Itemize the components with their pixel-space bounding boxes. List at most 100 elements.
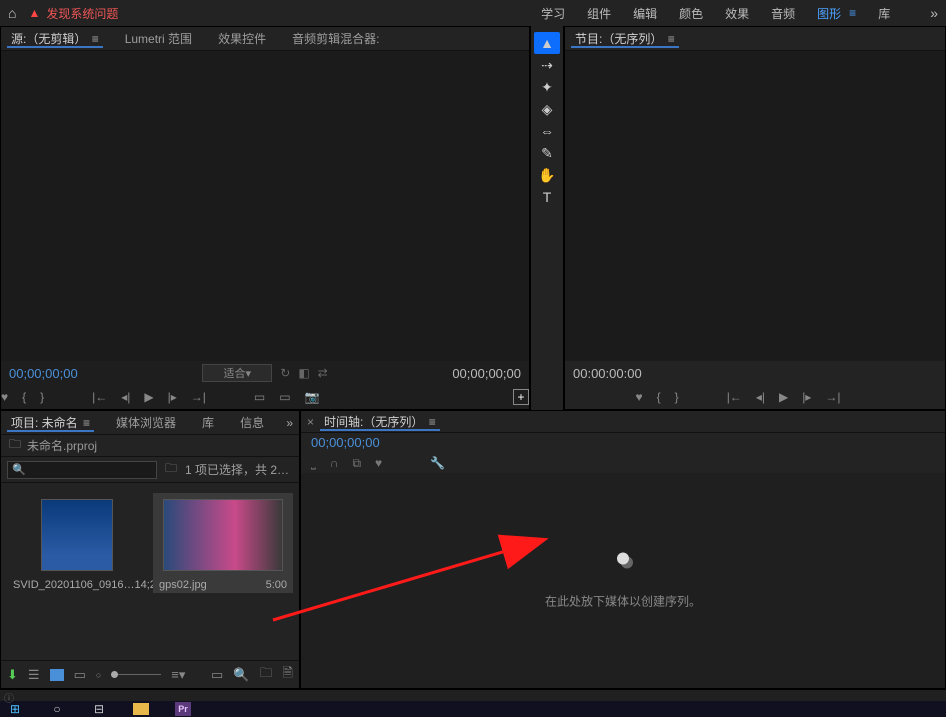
search-bin-icon[interactable]: 🗀 xyxy=(165,459,177,480)
list-view-icon[interactable]: ☰ xyxy=(28,667,40,683)
premiere-taskbar-icon[interactable]: Pr xyxy=(174,702,192,716)
home-icon[interactable]: ⌂ xyxy=(8,5,16,21)
timeline-playhead-tc[interactable]: 00;00;00;00 xyxy=(311,435,380,450)
mark-in-icon[interactable]: ♥ xyxy=(1,390,8,404)
bracket-in-icon[interactable]: { xyxy=(657,390,661,404)
icon-view-icon[interactable] xyxy=(50,669,64,681)
file-explorer-icon[interactable] xyxy=(132,702,150,716)
project-tab[interactable]: 项目: 未命名 ≡ xyxy=(7,414,94,431)
warning-text[interactable]: 发现系统问题 xyxy=(46,5,118,22)
source-tab-audiomixer[interactable]: 音频剪辑混合器: xyxy=(288,30,383,47)
settings-wrench-icon[interactable]: 🔧 xyxy=(430,456,445,470)
add-button-icon[interactable]: + xyxy=(513,389,529,405)
program-monitor[interactable] xyxy=(565,51,945,361)
step-back-icon[interactable]: ◂| xyxy=(121,390,130,404)
source-quality-icon[interactable]: ◧ xyxy=(298,366,309,380)
slip-tool-icon[interactable]: ⇔ xyxy=(534,120,560,142)
workspace-tab-audio[interactable]: 音频 xyxy=(771,5,795,22)
source-tab-label: 源:（无剪辑） xyxy=(11,32,86,46)
workspace-overflow-icon[interactable]: » xyxy=(930,5,938,21)
workspace-tab-editing[interactable]: 编辑 xyxy=(633,5,657,22)
panel-menu-icon[interactable]: ≡ xyxy=(668,32,675,46)
zoom-out-icon[interactable]: ○ xyxy=(96,670,101,680)
program-timecode[interactable]: 00:00:00:00 xyxy=(573,366,642,381)
workspace-tabs: 学习 组件 编辑 颜色 效果 音频 图形 ≡ 库 » xyxy=(541,0,938,26)
thumbnail-image xyxy=(163,499,283,571)
step-forward-icon[interactable]: |▸ xyxy=(802,390,811,404)
panel-menu-icon[interactable]: ≡ xyxy=(83,416,90,430)
go-to-in-icon[interactable]: |← xyxy=(727,390,742,404)
insert-icon[interactable]: ▭ xyxy=(254,390,265,404)
bracket-out-icon[interactable]: } xyxy=(675,390,679,404)
freeform-view-icon[interactable]: ▭ xyxy=(74,667,86,683)
workspace-active-menu-icon[interactable]: ≡ xyxy=(849,6,856,20)
task-view-icon[interactable]: ⊟ xyxy=(90,702,108,716)
pen-tool-icon[interactable]: ✎ xyxy=(534,142,560,164)
play-icon[interactable]: ▶ xyxy=(779,390,788,404)
workspace-tab-learning[interactable]: 学习 xyxy=(541,5,565,22)
tabs-overflow-icon[interactable]: » xyxy=(286,416,293,430)
taskbar-search-icon[interactable]: ○ xyxy=(48,702,66,716)
media-browser-tab[interactable]: 媒体浏览器 xyxy=(112,414,180,431)
go-to-out-icon[interactable]: →| xyxy=(825,390,840,404)
mark-in-icon[interactable]: ♥ xyxy=(636,390,643,404)
project-item[interactable]: gps02.jpg 5:00 xyxy=(153,493,293,593)
source-tab-lumetri[interactable]: Lumetri 范围 xyxy=(121,30,196,47)
export-frame-icon[interactable]: 📷 xyxy=(305,390,320,404)
play-icon[interactable]: ▶ xyxy=(144,390,153,404)
selection-tool-icon[interactable]: ▲ xyxy=(534,32,560,54)
source-zoom-combo[interactable]: 适合 ▾ xyxy=(202,364,272,382)
source-monitor[interactable] xyxy=(1,51,529,361)
ripple-edit-tool-icon[interactable]: ✦ xyxy=(534,76,560,98)
workspace-tab-libraries[interactable]: 库 xyxy=(878,5,890,22)
source-tab-effectcontrols[interactable]: 效果控件 xyxy=(214,30,270,47)
new-item-icon[interactable]: 🗎 xyxy=(283,664,293,686)
sort-icon[interactable]: ≡▾ xyxy=(171,667,185,683)
thumbnail-zoom-slider[interactable] xyxy=(111,674,161,675)
write-only-icon[interactable]: ⬇ xyxy=(7,667,18,683)
bracket-out-icon[interactable]: } xyxy=(40,390,44,404)
close-tab-icon[interactable]: × xyxy=(307,415,314,429)
go-to-out-icon[interactable]: →| xyxy=(191,390,206,404)
workspace-tab-assembly[interactable]: 组件 xyxy=(587,5,611,22)
overwrite-icon[interactable]: ▭ xyxy=(279,390,290,404)
markers-icon[interactable]: ♥ xyxy=(375,456,382,470)
program-tab[interactable]: 节目:（无序列） ≡ xyxy=(571,30,679,47)
automate-icon[interactable]: ▭ xyxy=(211,667,223,683)
program-tab-label: 节目:（无序列） xyxy=(575,32,662,46)
project-tab-label: 项目: 未命名 xyxy=(11,416,78,430)
hand-tool-icon[interactable]: ✋ xyxy=(534,164,560,186)
bracket-in-icon[interactable]: { xyxy=(22,390,26,404)
new-bin-icon[interactable]: 🗀 xyxy=(260,664,273,686)
source-timecode-in[interactable]: 00;00;00;00 xyxy=(9,366,78,381)
type-tool-icon[interactable]: T xyxy=(534,186,560,208)
snap-icon[interactable]: ∩ xyxy=(330,456,339,470)
timeline-drop-area[interactable]: 在此处放下媒体以创建序列。 xyxy=(301,473,945,688)
insert-sequence-icon[interactable]: ⎵ xyxy=(311,456,316,471)
search-icon: 🔍 xyxy=(12,463,26,476)
libraries-tab[interactable]: 库 xyxy=(198,414,218,431)
source-tab-noclip[interactable]: 源:（无剪辑） ≡ xyxy=(7,30,103,47)
track-select-tool-icon[interactable]: ⇢ xyxy=(534,54,560,76)
step-back-icon[interactable]: ◂| xyxy=(756,390,765,404)
panel-menu-icon[interactable]: ≡ xyxy=(429,415,436,429)
razor-tool-icon[interactable]: ◈ xyxy=(534,98,560,120)
find-icon[interactable]: 🔍 xyxy=(233,667,249,683)
project-search-input[interactable]: 🔍 xyxy=(7,461,157,479)
program-panel: 节目:（无序列） ≡ 00:00:00:00 ♥ { } |← ◂| ▶ |▸ … xyxy=(564,26,946,410)
source-settings-icon[interactable]: ⇄ xyxy=(318,366,328,380)
source-loop-icon[interactable]: ↻ xyxy=(280,366,290,380)
warning-icon[interactable]: ▲ xyxy=(28,6,40,20)
linked-selection-icon[interactable]: ⧉ xyxy=(352,456,361,471)
source-transport: ♥ { } |← ◂| ▶ |▸ →| ▭ ▭ 📷 + xyxy=(1,385,529,409)
go-to-in-icon[interactable]: |← xyxy=(92,390,107,404)
start-button-icon[interactable]: ⊞ xyxy=(6,702,24,716)
workspace-tab-graphics[interactable]: 图形 xyxy=(817,5,841,22)
workspace-tab-color[interactable]: 颜色 xyxy=(679,5,703,22)
timeline-tab[interactable]: 时间轴:（无序列） ≡ xyxy=(320,413,440,430)
step-forward-icon[interactable]: |▸ xyxy=(168,390,177,404)
project-item[interactable]: SVID_20201106_0916… 14;28 xyxy=(7,493,147,593)
info-tab[interactable]: 信息 xyxy=(236,414,268,431)
panel-menu-icon[interactable]: ≡ xyxy=(92,32,99,46)
workspace-tab-effects[interactable]: 效果 xyxy=(725,5,749,22)
